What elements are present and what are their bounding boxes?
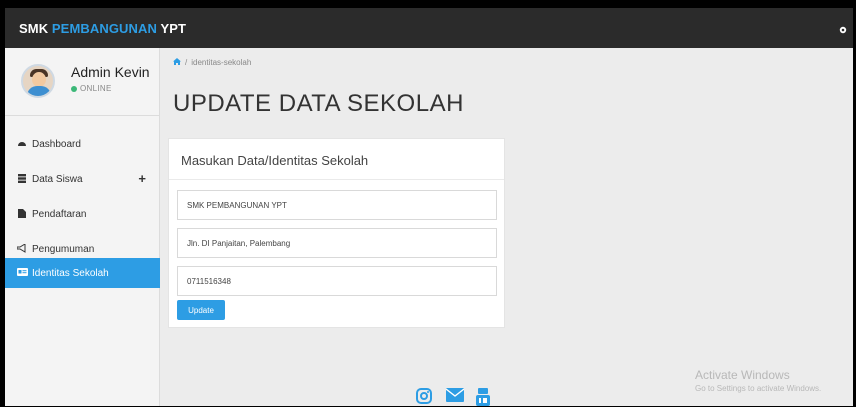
sidebar-item-label: Data Siswa xyxy=(32,173,83,185)
home-icon[interactable] xyxy=(173,58,181,67)
mail-icon[interactable] xyxy=(445,388,465,404)
update-button[interactable]: Update xyxy=(177,300,225,320)
avatar xyxy=(21,64,55,98)
sidebar-item-label: Pengumuman xyxy=(32,243,95,255)
status-label: ONLINE xyxy=(80,84,112,93)
sidebar-item-identitas-sekolah[interactable]: Identitas Sekolah xyxy=(5,258,160,288)
brand-logo[interactable]: SMK PEMBANGUNAN YPT xyxy=(19,21,186,36)
youtube-icon[interactable] xyxy=(476,388,492,406)
card-title: Masukan Data/Identitas Sekolah xyxy=(181,153,369,168)
breadcrumb: / identitas-sekolah xyxy=(173,58,251,67)
sidebar-item-dashboard[interactable]: Dashboard xyxy=(5,129,160,159)
social-icons xyxy=(416,388,492,406)
sidebar-item-label: Pendaftaran xyxy=(32,208,87,220)
sidebar: Admin Kevin ONLINE Dashboard Data Siswa … xyxy=(5,48,160,406)
database-icon xyxy=(17,173,27,185)
brand-suffix: YPT xyxy=(157,21,187,36)
card-divider xyxy=(169,179,504,180)
watermark-subtitle: Go to Settings to activate Windows. xyxy=(695,384,822,393)
form-card: Masukan Data/Identitas Sekolah SMK PEMBA… xyxy=(168,138,505,328)
app-window: SMK PEMBANGUNAN YPT Admin Kevin ONLINE D… xyxy=(5,8,853,406)
brand-prefix: SMK xyxy=(19,21,52,36)
sidebar-item-label: Identitas Sekolah xyxy=(32,267,109,279)
bullhorn-icon xyxy=(16,242,27,255)
status-dot-icon xyxy=(71,85,77,92)
sidebar-item-data-siswa[interactable]: Data Siswa + xyxy=(5,164,160,194)
sidebar-item-label: Dashboard xyxy=(32,138,81,150)
expand-plus-icon[interactable]: + xyxy=(138,171,146,186)
school-name-field[interactable]: SMK PEMBANGUNAN YPT xyxy=(177,190,497,220)
address-field[interactable]: Jln. DI Panjaitan, Palembang xyxy=(177,228,497,258)
user-panel: Admin Kevin ONLINE xyxy=(5,48,160,116)
user-name: Admin Kevin xyxy=(71,64,150,80)
user-status: ONLINE xyxy=(71,84,112,93)
brand-accent: PEMBANGUNAN xyxy=(51,21,158,36)
file-icon xyxy=(17,208,27,220)
dashboard-icon xyxy=(17,139,27,149)
breadcrumb-current: identitas-sekolah xyxy=(191,58,252,67)
watermark-title: Activate Windows xyxy=(695,368,790,382)
top-navbar: SMK PEMBANGUNAN YPT xyxy=(5,8,853,48)
sidebar-item-pendaftaran[interactable]: Pendaftaran xyxy=(5,199,160,229)
phone-field[interactable]: 0711516348 xyxy=(177,266,497,296)
instagram-icon[interactable] xyxy=(416,388,432,404)
windows-activation-watermark: Activate Windows Go to Settings to activ… xyxy=(695,368,821,393)
page-title: UPDATE DATA SEKOLAH xyxy=(173,90,464,117)
id-card-icon xyxy=(17,268,28,278)
gear-icon[interactable] xyxy=(833,20,853,40)
breadcrumb-separator: / xyxy=(185,58,188,67)
